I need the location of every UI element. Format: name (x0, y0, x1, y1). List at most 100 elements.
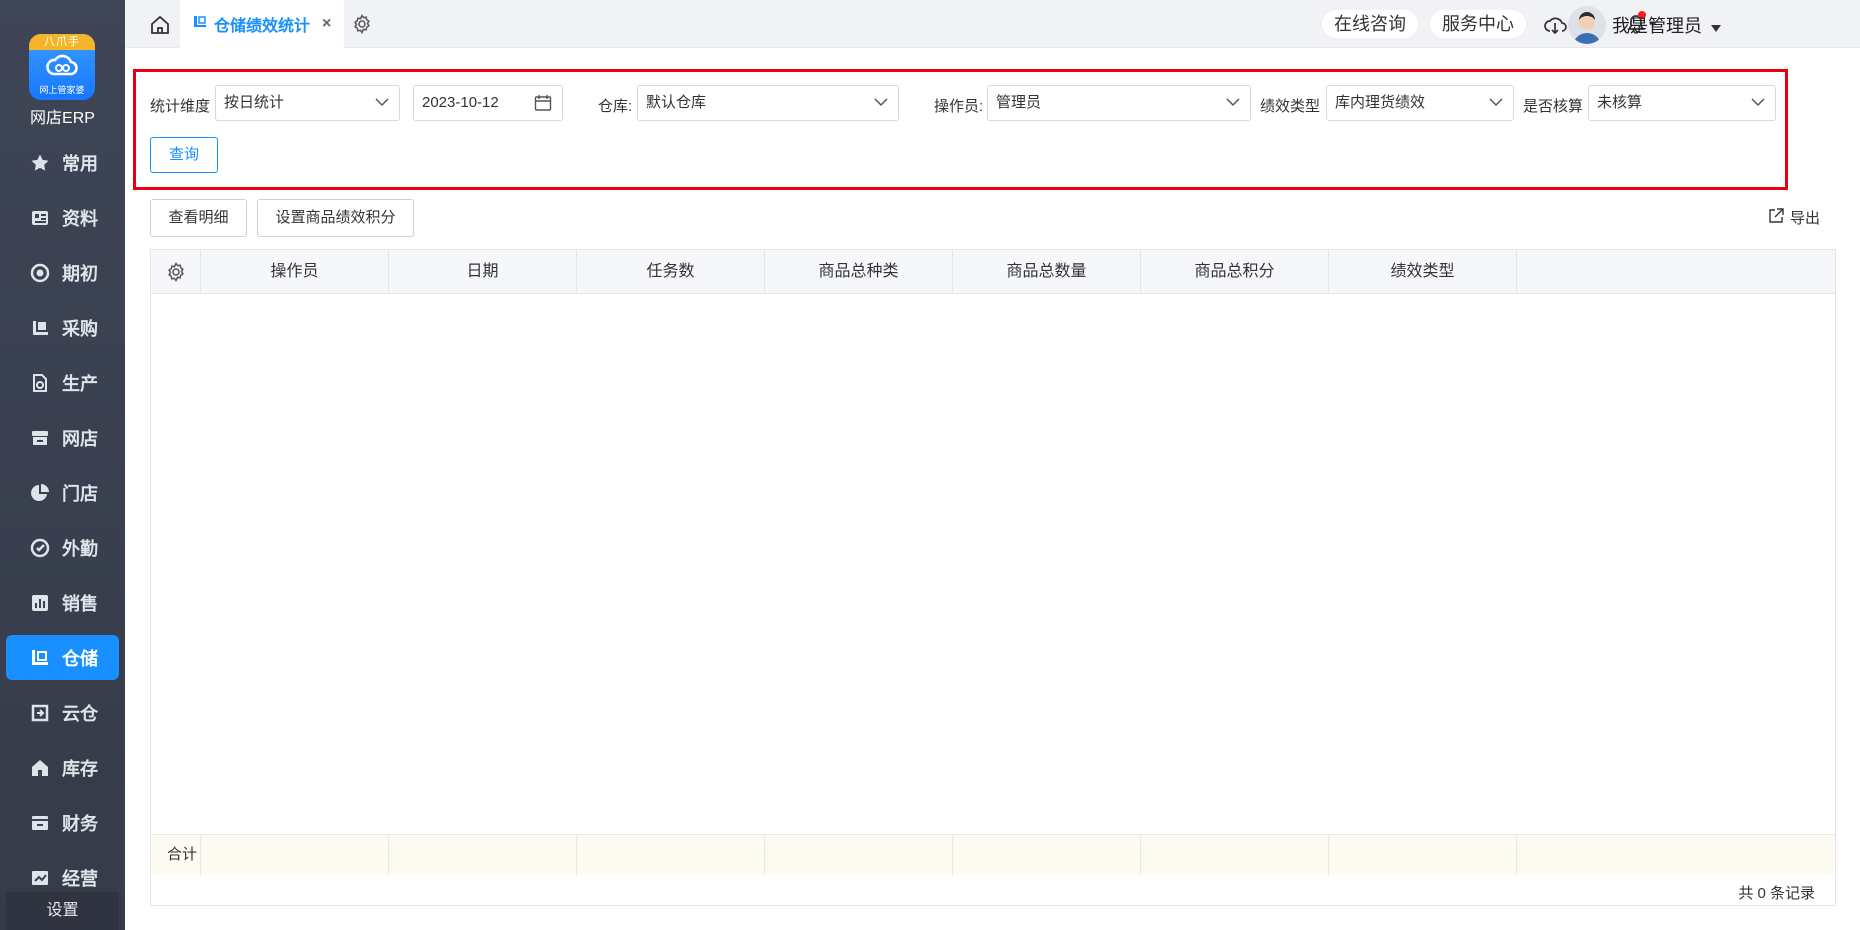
set-points-button[interactable]: 设置商品绩效积分 (257, 199, 414, 237)
total-cell (201, 835, 389, 875)
sidebar-item-label: 资料 (62, 208, 98, 229)
target-icon (30, 263, 50, 283)
total-cell (577, 835, 765, 875)
chevron-down-icon (1489, 98, 1503, 107)
grid-header: 操作员 日期 任务数 商品总种类 商品总数量 商品总积分 绩效类型 (151, 250, 1835, 294)
column-settings-gear-icon[interactable] (151, 250, 201, 294)
brand-name: 网店ERP (30, 110, 95, 127)
accounted-select[interactable]: 未核算 (1588, 85, 1776, 121)
sidebar-item-label: 外勤 (62, 538, 98, 559)
sidebar-item-shop[interactable]: 门店 (6, 470, 119, 515)
column-header-product-types[interactable]: 商品总种类 (765, 250, 953, 294)
warehouse-select[interactable]: 默认仓库 (637, 85, 899, 121)
home-stock-icon (30, 758, 50, 778)
perf-type-select[interactable]: 库内理货绩效 (1326, 85, 1514, 121)
warehouse-icon (30, 648, 50, 668)
sidebar-item-label: 网店 (62, 428, 98, 449)
export-icon (1768, 207, 1784, 228)
business-icon (30, 868, 50, 888)
sidebar-item-label: 生产 (62, 373, 98, 394)
total-cell (765, 835, 953, 875)
export-button[interactable]: 导出 (1768, 207, 1820, 228)
sidebar-item-data[interactable]: 资料 (6, 195, 119, 240)
chevron-down-icon (874, 98, 888, 107)
username[interactable]: 我是管理员 (1612, 12, 1702, 38)
finance-icon (30, 813, 50, 833)
user-menu-caret-icon[interactable] (1711, 20, 1721, 36)
sidebar-item-field[interactable]: 外勤 (6, 525, 119, 570)
tab-settings-gear-icon[interactable] (352, 13, 372, 37)
chevron-down-icon (375, 98, 389, 107)
bar-chart-icon (30, 593, 50, 613)
record-count: 共 0 条记录 (1738, 885, 1815, 902)
date-picker[interactable]: 2023-10-12 (413, 85, 563, 121)
sidebar-item-finance[interactable]: 财务 (6, 800, 119, 845)
dimension-value: 按日统计 (224, 94, 285, 111)
calendar-icon[interactable] (534, 94, 552, 112)
logo-badge: 八爪手 (29, 34, 95, 50)
operator-select[interactable]: 管理员 (987, 85, 1251, 121)
store-icon (30, 428, 50, 448)
star-icon (30, 153, 50, 173)
sidebar-item-purchase[interactable]: 采购 (6, 305, 119, 350)
settings-button[interactable]: 设置 (6, 892, 119, 930)
home-icon[interactable] (149, 14, 171, 39)
sidebar-item-label: 期初 (62, 263, 98, 284)
column-header-product-points[interactable]: 商品总积分 (1141, 250, 1329, 294)
field-icon (30, 538, 50, 558)
operator-value: 管理员 (996, 94, 1042, 111)
sidebar-item-label: 采购 (62, 318, 98, 339)
sidebar-item-warehouse[interactable]: 仓储 (6, 635, 119, 680)
dimension-label: 统计维度 (150, 98, 211, 115)
column-header-task-count[interactable]: 任务数 (577, 250, 765, 294)
main-content: 统计维度 按日统计 2023-10-12 仓库: 默认仓库 操作员: 管理员 绩… (125, 48, 1860, 930)
column-header-date[interactable]: 日期 (389, 250, 577, 294)
tab-warehouse-performance[interactable]: 仓储绩效统计 × (180, 0, 344, 48)
cloud-download-icon[interactable] (1543, 14, 1567, 39)
avatar[interactable] (1568, 6, 1606, 44)
sidebar-item-sales[interactable]: 销售 (6, 580, 119, 625)
perf-type-label: 绩效类型 (1260, 98, 1321, 115)
total-cell (389, 835, 577, 875)
online-consult-button[interactable]: 在线咨询 (1322, 10, 1418, 38)
sidebar-item-label: 云仓 (62, 703, 98, 724)
sidebar-item-label: 常用 (62, 153, 98, 174)
data-grid: 操作员 日期 任务数 商品总种类 商品总数量 商品总积分 绩效类型 合计 共 0… (150, 249, 1836, 906)
logo-caption: 网上管家婆 (39, 85, 85, 95)
tab-close-icon[interactable]: × (322, 15, 331, 33)
sidebar-item-label: 门店 (62, 483, 98, 504)
dimension-select[interactable]: 按日统计 (215, 85, 400, 121)
column-header-operator[interactable]: 操作员 (201, 250, 389, 294)
sidebar-item-label: 库存 (62, 758, 98, 779)
sidebar-item-common[interactable]: 常用 (6, 140, 119, 185)
total-label: 合计 (167, 846, 198, 863)
sidebar-item-label: 销售 (62, 593, 98, 614)
total-cell: 合计 (151, 835, 201, 875)
sidebar-item-label: 财务 (62, 813, 98, 834)
total-cell (953, 835, 1141, 875)
date-value: 2023-10-12 (422, 94, 499, 111)
column-header-product-quantity[interactable]: 商品总数量 (953, 250, 1141, 294)
purchase-icon (30, 318, 50, 338)
tab-label: 仓储绩效统计 (214, 18, 311, 35)
app-logo[interactable]: 八爪手 网上管家婆 (29, 34, 95, 100)
top-bar: 仓储绩效统计 × 在线咨询 服务中心 我是管理员 (125, 0, 1860, 48)
total-cell (1329, 835, 1517, 875)
cloud-warehouse-icon (30, 703, 50, 723)
id-card-icon (30, 208, 50, 228)
chevron-down-icon (1226, 98, 1240, 107)
export-label: 导出 (1790, 210, 1821, 227)
sidebar-item-store[interactable]: 网店 (6, 415, 119, 460)
operator-label: 操作员: (934, 98, 984, 115)
view-detail-button[interactable]: 查看明细 (150, 199, 247, 237)
sidebar-item-production[interactable]: 生产 (6, 360, 119, 405)
service-center-button[interactable]: 服务中心 (1430, 10, 1526, 38)
query-button[interactable]: 查询 (150, 137, 218, 173)
sidebar-item-opening[interactable]: 期初 (6, 250, 119, 295)
column-header-perf-type[interactable]: 绩效类型 (1329, 250, 1517, 294)
sidebar-item-stock[interactable]: 库存 (6, 745, 119, 790)
chevron-down-icon (1751, 98, 1765, 107)
sidebar-item-cloud-warehouse[interactable]: 云仓 (6, 690, 119, 735)
total-cell (1141, 835, 1329, 875)
sidebar: 八爪手 网上管家婆 网店ERP 常用 资料 期初 采购 生产 网店 门店 外勤 … (0, 0, 125, 930)
